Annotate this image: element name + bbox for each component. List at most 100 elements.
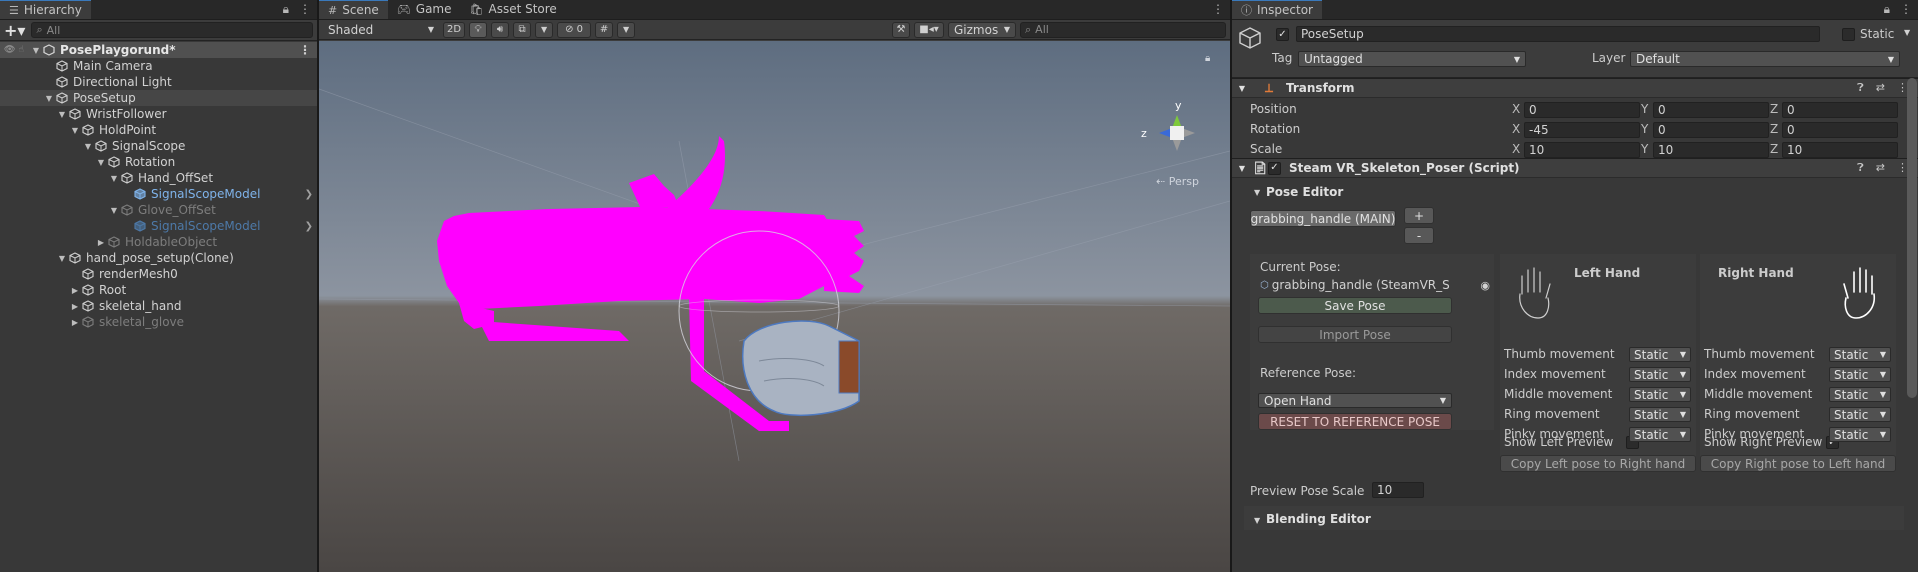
left-movement-dropdown[interactable]: Static ▼: [1629, 367, 1691, 382]
poser-enabled-checkbox[interactable]: ✓: [1268, 161, 1281, 175]
hierarchy-item[interactable]: ▼ PoseSetup: [0, 90, 317, 106]
right-movement-dropdown[interactable]: Static ▼: [1829, 427, 1891, 442]
object-picker-icon[interactable]: ◉: [1480, 279, 1490, 292]
expand-arrow-icon[interactable]: ▼: [43, 94, 55, 103]
add-pose-button[interactable]: +: [1404, 207, 1434, 224]
expand-arrow-icon[interactable]: ▼: [56, 254, 68, 263]
preset-icon[interactable]: ⇄: [1876, 81, 1885, 95]
left-movement-dropdown[interactable]: Static ▼: [1629, 427, 1691, 442]
static-checkbox[interactable]: [1842, 28, 1855, 41]
open-prefab-icon[interactable]: ❯: [305, 221, 313, 232]
object-name-input[interactable]: PoseSetup: [1296, 26, 1820, 42]
expand-arrow-icon[interactable]: ▼: [108, 174, 120, 183]
reference-pose-dropdown[interactable]: Open Hand ▼: [1258, 393, 1452, 408]
position-z-field[interactable]: 0: [1782, 102, 1898, 118]
rotation-z-axis-label[interactable]: Z: [1770, 122, 1778, 136]
expand-arrow-icon[interactable]: ▼: [69, 126, 81, 135]
scene-viewport[interactable]: y z ⇠ Persp 🔒︎: [319, 41, 1230, 572]
tab-inspector[interactable]: ⓘ Inspector: [1232, 0, 1322, 19]
left-movement-dropdown[interactable]: Static ▼: [1629, 387, 1691, 402]
effects-dropdown-icon[interactable]: ▼: [535, 21, 554, 38]
scene-row[interactable]: 👁︎ ☝︎ ▼ PosePlaygorund* ⋮: [0, 42, 317, 58]
tab-game[interactable]: 🎮︎ Game: [388, 0, 461, 19]
remove-pose-button[interactable]: -: [1404, 227, 1434, 244]
lock-icon[interactable]: 🔒︎: [1884, 2, 1890, 17]
scene-menu-icon[interactable]: ⋮: [299, 43, 311, 57]
static-dropdown-icon[interactable]: ▼: [1904, 28, 1910, 37]
grid-toggle-icon[interactable]: #: [595, 21, 614, 38]
left-movement-dropdown[interactable]: Static ▼: [1629, 347, 1691, 362]
hierarchy-item[interactable]: ▼ Hand_OffSet: [0, 170, 317, 186]
hand-model[interactable]: [742, 320, 860, 417]
hierarchy-search-input[interactable]: ⌕ All: [31, 22, 313, 38]
open-prefab-icon[interactable]: ❯: [305, 189, 313, 200]
current-pose-field[interactable]: ⬡ grabbing_handle (SteamVR_S ◉: [1260, 277, 1490, 293]
tab-asset-store[interactable]: 🛍︎ Asset Store: [461, 0, 566, 19]
copy-right-to-left-button[interactable]: Copy Right pose to Left hand: [1700, 455, 1896, 472]
lock-icon[interactable]: 🔒︎: [1205, 53, 1210, 64]
hierarchy-item[interactable]: Main Camera: [0, 58, 317, 74]
expand-arrow-icon[interactable]: ▼: [56, 110, 68, 119]
preview-scale-input[interactable]: 10: [1372, 482, 1424, 498]
inspector-scrollbar[interactable]: [1907, 78, 1917, 398]
lock-icon[interactable]: 🔒︎: [283, 2, 289, 17]
scene-search-input[interactable]: ⌕ All: [1020, 21, 1226, 38]
hierarchy-item[interactable]: Directional Light: [0, 74, 317, 90]
tab-hierarchy[interactable]: ☰ Hierarchy: [0, 0, 91, 19]
hidden-objects-toggle[interactable]: ⊘ 0: [557, 21, 592, 38]
right-movement-dropdown[interactable]: Static ▼: [1829, 347, 1891, 362]
grid-dropdown-icon[interactable]: ▼: [617, 21, 636, 38]
rotation-x-field[interactable]: -45: [1524, 122, 1640, 138]
help-icon[interactable]: ❓︎: [1857, 161, 1864, 175]
expand-arrow-icon[interactable]: ▼: [95, 158, 107, 167]
hierarchy-item[interactable]: SignalScopeModel ❯: [0, 186, 317, 202]
lighting-toggle-icon[interactable]: 💡︎: [469, 21, 488, 38]
expand-arrow-icon[interactable]: ▶: [69, 318, 81, 327]
scale-x-axis-label[interactable]: X: [1512, 142, 1520, 156]
position-y-axis-label[interactable]: Y: [1641, 102, 1648, 116]
rotation-z-field[interactable]: 0: [1782, 122, 1898, 138]
eye-icon[interactable]: 👁︎: [4, 45, 15, 55]
effects-toggle-icon[interactable]: ⧉: [513, 21, 532, 38]
gizmos-dropdown[interactable]: Gizmos ▼: [948, 21, 1016, 38]
create-button[interactable]: +▾: [4, 21, 25, 40]
transform-header[interactable]: ▼ ⟂ Transform ❓︎ ⇄ ⋮: [1232, 78, 1918, 98]
scale-z-field[interactable]: 10: [1782, 142, 1898, 158]
hierarchy-item[interactable]: ▼ SignalScope: [0, 138, 317, 154]
foldout-arrow-icon[interactable]: ▼: [1232, 84, 1252, 93]
tag-dropdown[interactable]: Untagged ▼: [1298, 51, 1526, 67]
hierarchy-item[interactable]: renderMesh0: [0, 266, 317, 282]
position-z-axis-label[interactable]: Z: [1770, 102, 1778, 116]
hierarchy-item[interactable]: ▶ skeletal_glove: [0, 314, 317, 330]
scene-canvas[interactable]: y z ⇠ Persp 🔒︎: [319, 41, 1230, 572]
scale-y-axis-label[interactable]: Y: [1641, 142, 1648, 156]
hierarchy-item[interactable]: ▶ skeletal_hand: [0, 298, 317, 314]
persp-label[interactable]: ⇠ Persp: [1156, 175, 1199, 188]
scale-x-field[interactable]: 10: [1524, 142, 1640, 158]
pick-icon[interactable]: ☝︎: [18, 45, 23, 55]
foldout-arrow-icon[interactable]: ▼: [1254, 516, 1260, 525]
kebab-menu-icon[interactable]: ⋮: [1900, 2, 1912, 17]
foldout-arrow-icon[interactable]: ▼: [1254, 188, 1260, 197]
hierarchy-item[interactable]: ▼ hand_pose_setup(Clone): [0, 250, 317, 266]
expand-arrow-icon[interactable]: ▶: [69, 286, 81, 295]
audio-toggle-icon[interactable]: 🔊︎: [491, 21, 510, 38]
rotation-y-axis-label[interactable]: Y: [1641, 122, 1648, 136]
reset-reference-button[interactable]: RESET TO REFERENCE POSE: [1258, 413, 1452, 430]
pose-chip-button[interactable]: grabbing_handle (MAIN): [1250, 210, 1396, 227]
scale-z-axis-label[interactable]: Z: [1770, 142, 1778, 156]
save-pose-button[interactable]: Save Pose: [1258, 297, 1452, 314]
position-y-field[interactable]: 0: [1653, 102, 1769, 118]
position-x-field[interactable]: 0: [1524, 102, 1640, 118]
foldout-arrow-icon[interactable]: ▼: [1232, 164, 1252, 173]
right-movement-dropdown[interactable]: Static ▼: [1829, 407, 1891, 422]
scene-menu-icon[interactable]: ⋮: [1212, 2, 1224, 16]
layer-dropdown[interactable]: Default ▼: [1630, 51, 1900, 67]
kebab-menu-icon[interactable]: ⋮: [299, 2, 311, 17]
hierarchy-item[interactable]: ▶ HoldableObject: [0, 234, 317, 250]
hierarchy-item[interactable]: ▼ Glove_OffSet: [0, 202, 317, 218]
poser-header[interactable]: ▼ 📄︎ ✓ Steam VR_Skeleton_Poser (Script) …: [1232, 158, 1918, 178]
right-movement-dropdown[interactable]: Static ▼: [1829, 367, 1891, 382]
import-pose-button[interactable]: Import Pose: [1258, 326, 1452, 343]
hierarchy-item[interactable]: ▼ WristFollower: [0, 106, 317, 122]
